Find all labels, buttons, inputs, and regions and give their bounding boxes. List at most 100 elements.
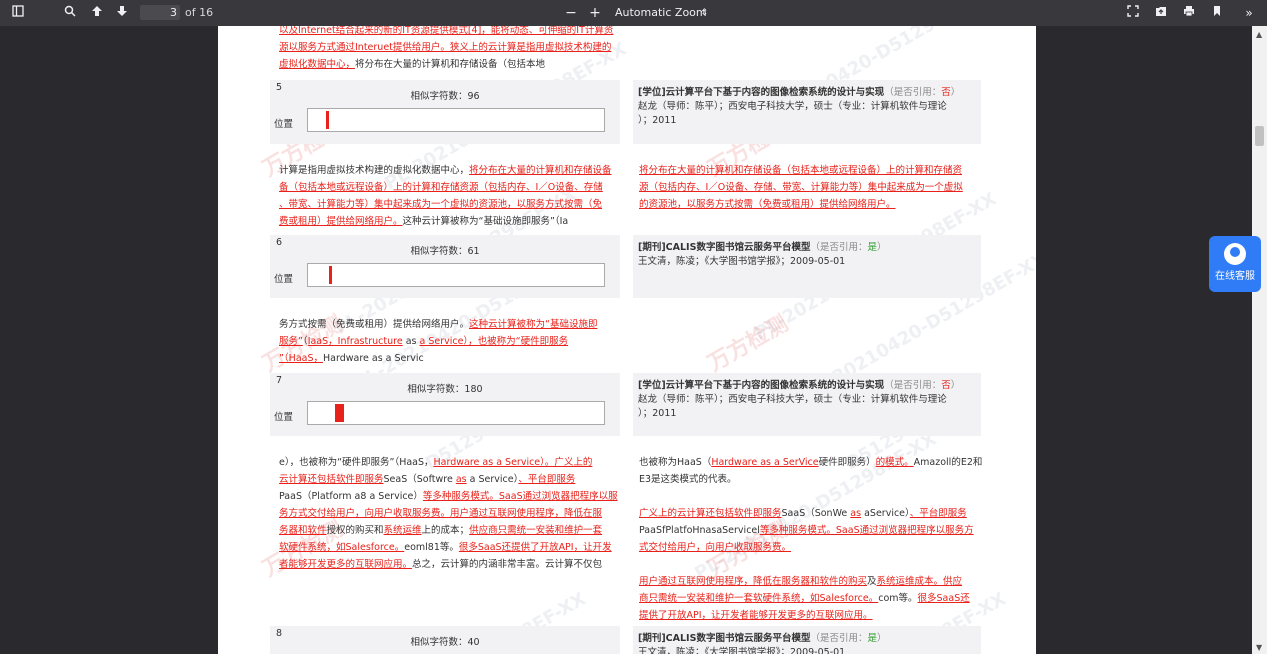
text-red: 商只需统一安装和维护一套软硬件系统，如Salesforce。 [639, 593, 879, 604]
page-count-label: of 16 [185, 6, 214, 19]
matched-text-left-5: 计算是指用虚拟技术构建的虚拟化数据中心，将分布在大量的计算机和存储设备 备（包括… [279, 162, 619, 230]
source-box-5: [学位]云计算平台下基于内容的图像检索系统的设计与实现（是否引用：否） 赵龙（导… [633, 80, 981, 144]
text-red: 提供了开放API，让开发者能够开发更多的互联网应用。 [639, 610, 873, 621]
source-year: ）；2011 [638, 115, 677, 126]
text-red: 系统运维 [383, 525, 422, 536]
text-red: 式交付给用户，向用户收取服务费。 [639, 542, 792, 553]
cite-value: 是 [867, 633, 877, 644]
text-red: Hardware as a Service）。广义上的 [433, 457, 593, 468]
text-grey: 总之，云计算的内涵非常丰富。云计算不仅包 [412, 559, 603, 570]
intro-line-red: 虚拟化数据中心， [279, 59, 356, 70]
position-marker [326, 111, 329, 129]
source-title: [学位]云计算平台下基于内容的图像检索系统的设计与实现 [638, 87, 885, 98]
cite-label: （是否引用： [810, 633, 868, 644]
source-title: [期刊]CALIS数字图书馆云服务平台模型 [638, 242, 811, 253]
presentation-mode-icon[interactable] [1125, 5, 1141, 21]
online-service-button[interactable]: 在线客服 [1209, 236, 1261, 292]
tools-menu-icon[interactable]: » [1241, 5, 1257, 21]
cite-end: ） [950, 380, 961, 391]
text-red: 费或租用）提供给网络用户。 [279, 216, 403, 227]
scroll-thumb[interactable] [1255, 126, 1264, 146]
text-red: 系统运维成本。供应 [876, 576, 963, 587]
text-red: 的模式。 [875, 457, 914, 468]
text-grey: 计算是指用虚拟技术构建的虚拟化数据中心， [279, 165, 470, 176]
similarity-count: 相似字符数：96 [410, 91, 480, 102]
text-red: as [850, 508, 862, 519]
pdf-toolbar: 3 of 16 − + Automatic Zoom ⇕ » [0, 0, 1267, 26]
text-red: 供应商只需统一安装和维护一套 [469, 525, 603, 536]
text-red: 等多种服务模式。SaaS通过浏览器把程序以服务方 [759, 525, 974, 536]
text-red: ”（HaaS， [279, 353, 323, 364]
bookmark-icon[interactable] [1209, 5, 1225, 21]
intro-paragraph: 以及Internet结合起来的新的IT资源提供模式[4]，能将动态、可伸缩的IT… [279, 26, 619, 73]
text-grey: e），也被称为“硬件即服务”（HaaS， [279, 457, 434, 468]
next-page-icon[interactable] [114, 5, 130, 21]
document-viewer: PL-20210420-D51298EF-XX PL-20210420-D512… [0, 26, 1267, 654]
source-author: 赵龙（导师：陈平）；西安电子科技大学，硕士（专业：计算机软件与理论 [638, 394, 947, 405]
text-grey: 这种云计算被称为“基础设施即服务”（Ia [402, 216, 569, 227]
similarity-count: 相似字符数：180 [407, 384, 483, 395]
scroll-down-icon[interactable]: ▼ [1256, 643, 1262, 652]
text-grey: eoml81等。 [404, 542, 459, 553]
source-box-6: [期刊]CALIS数字图书馆云服务平台模型（是否引用：是） 王文清，陈凌；《大学… [633, 235, 981, 298]
print-icon[interactable] [1181, 5, 1197, 21]
text-grey: PaaSfPlatfoHnasaServicel [639, 525, 760, 536]
text-red: 用户通过互联网使用程序，降低在服务器和软件的购买 [639, 576, 868, 587]
text-red: 、平台即服务 [518, 474, 576, 485]
source-year: ）；2011 [638, 408, 677, 419]
previous-page-icon[interactable] [89, 5, 105, 21]
zoom-out-button[interactable]: − [563, 5, 579, 21]
scroll-up-icon[interactable]: ▲ [1256, 30, 1262, 39]
source-author: 赵龙（导师：陈平）；西安电子科技大学，硕士（专业：计算机软件与理论 [638, 101, 947, 112]
cite-value: 否 [941, 380, 951, 391]
text-red: 备（包括本地或远程设备）上的计算和存储资源（包括内存、I／O设备、存储 [279, 182, 603, 193]
document-page: PL-20210420-D51298EF-XX PL-20210420-D512… [218, 26, 1036, 654]
position-bar [307, 263, 605, 287]
text-grey: 也被称为HaaS（ [639, 457, 712, 468]
text-red: IaaS，Infrastructure [307, 336, 403, 347]
zoom-in-button[interactable]: + [587, 5, 603, 21]
text-red: 服务” [279, 336, 303, 347]
intro-line-grey: 将分布在大量的计算机和存储设备（包括本地 [355, 59, 546, 70]
text-grey: 及 [867, 576, 877, 587]
cite-end: ） [876, 633, 887, 644]
source-author: 王文清，陈凌；《大学图书馆学报》；2009-05-01 [638, 647, 846, 654]
text-red: 务器和软件 [279, 525, 327, 536]
text-grey: Hardware as a Servic [323, 353, 424, 364]
similarity-count: 相似字符数：40 [410, 637, 480, 648]
cite-label: （是否引用： [884, 87, 942, 98]
text-grey: 授权的购买和 [326, 525, 384, 536]
cite-value: 是 [867, 242, 877, 253]
source-author: 王文清，陈凌；《大学图书馆学报》；2009-05-01 [638, 256, 846, 267]
cite-label: （是否引用： [884, 380, 942, 391]
text-grey: 上的成本； [421, 525, 470, 536]
text-red: 等多种服务模式。SaaS通过浏览器把程序以服 [422, 491, 618, 502]
cite-label: （是否引用： [810, 242, 868, 253]
vertical-scrollbar[interactable]: ▲ ▼ [1252, 26, 1267, 654]
source-title: [学位]云计算平台下基于内容的图像检索系统的设计与实现 [638, 380, 885, 391]
text-grey: Amazoll的E2和 [913, 457, 983, 468]
page-number-input[interactable]: 3 [140, 5, 180, 20]
text-grey: a Service） [466, 474, 519, 485]
text-grey: 硬件即服务） [818, 457, 876, 468]
text-red: 务方式交付给用户，向用户收取服务费。用户通过互联网使用程序，降低在服 [279, 508, 603, 519]
text-red: 者能够开发更多的互联网应用。 [279, 559, 413, 570]
text-red: 的资源池，以服务方式按需（免费或租用）提供给网络用户。 [639, 199, 896, 210]
similarity-count: 相似字符数：61 [410, 246, 480, 257]
text-grey: SeaS（Softwre [383, 474, 456, 485]
similarity-box-7: 7 相似字符数：180 位置 [270, 373, 620, 436]
position-marker [335, 404, 344, 422]
text-red: 很多SaaS还提供了开放API，让开发 [458, 542, 612, 553]
text-grey: PaaS（Platform a8 a Service） [279, 491, 423, 502]
text-red: 将分布在大量的计算机和存储设备 [469, 165, 612, 176]
source-box-8: [期刊]CALIS数字图书馆云服务平台模型（是否引用：是） 王文清，陈凌；《大学… [633, 626, 981, 654]
matched-text-left-6: 务方式按需（免费或租用）提供给网络用户。这种云计算被称为“基础设施即 服务”（I… [279, 316, 619, 367]
text-red: 、平台即服务 [909, 508, 967, 519]
similarity-box-5: 5 相似字符数：96 位置 [270, 80, 620, 144]
text-red: as [455, 474, 467, 485]
open-file-icon[interactable] [1153, 5, 1169, 21]
zoom-select[interactable]: Automatic Zoom ⇕ [610, 5, 714, 21]
sidebar-toggle-icon[interactable] [10, 5, 26, 21]
search-icon[interactable] [62, 5, 78, 21]
text-grey: SaaS（SonWe [781, 508, 851, 519]
